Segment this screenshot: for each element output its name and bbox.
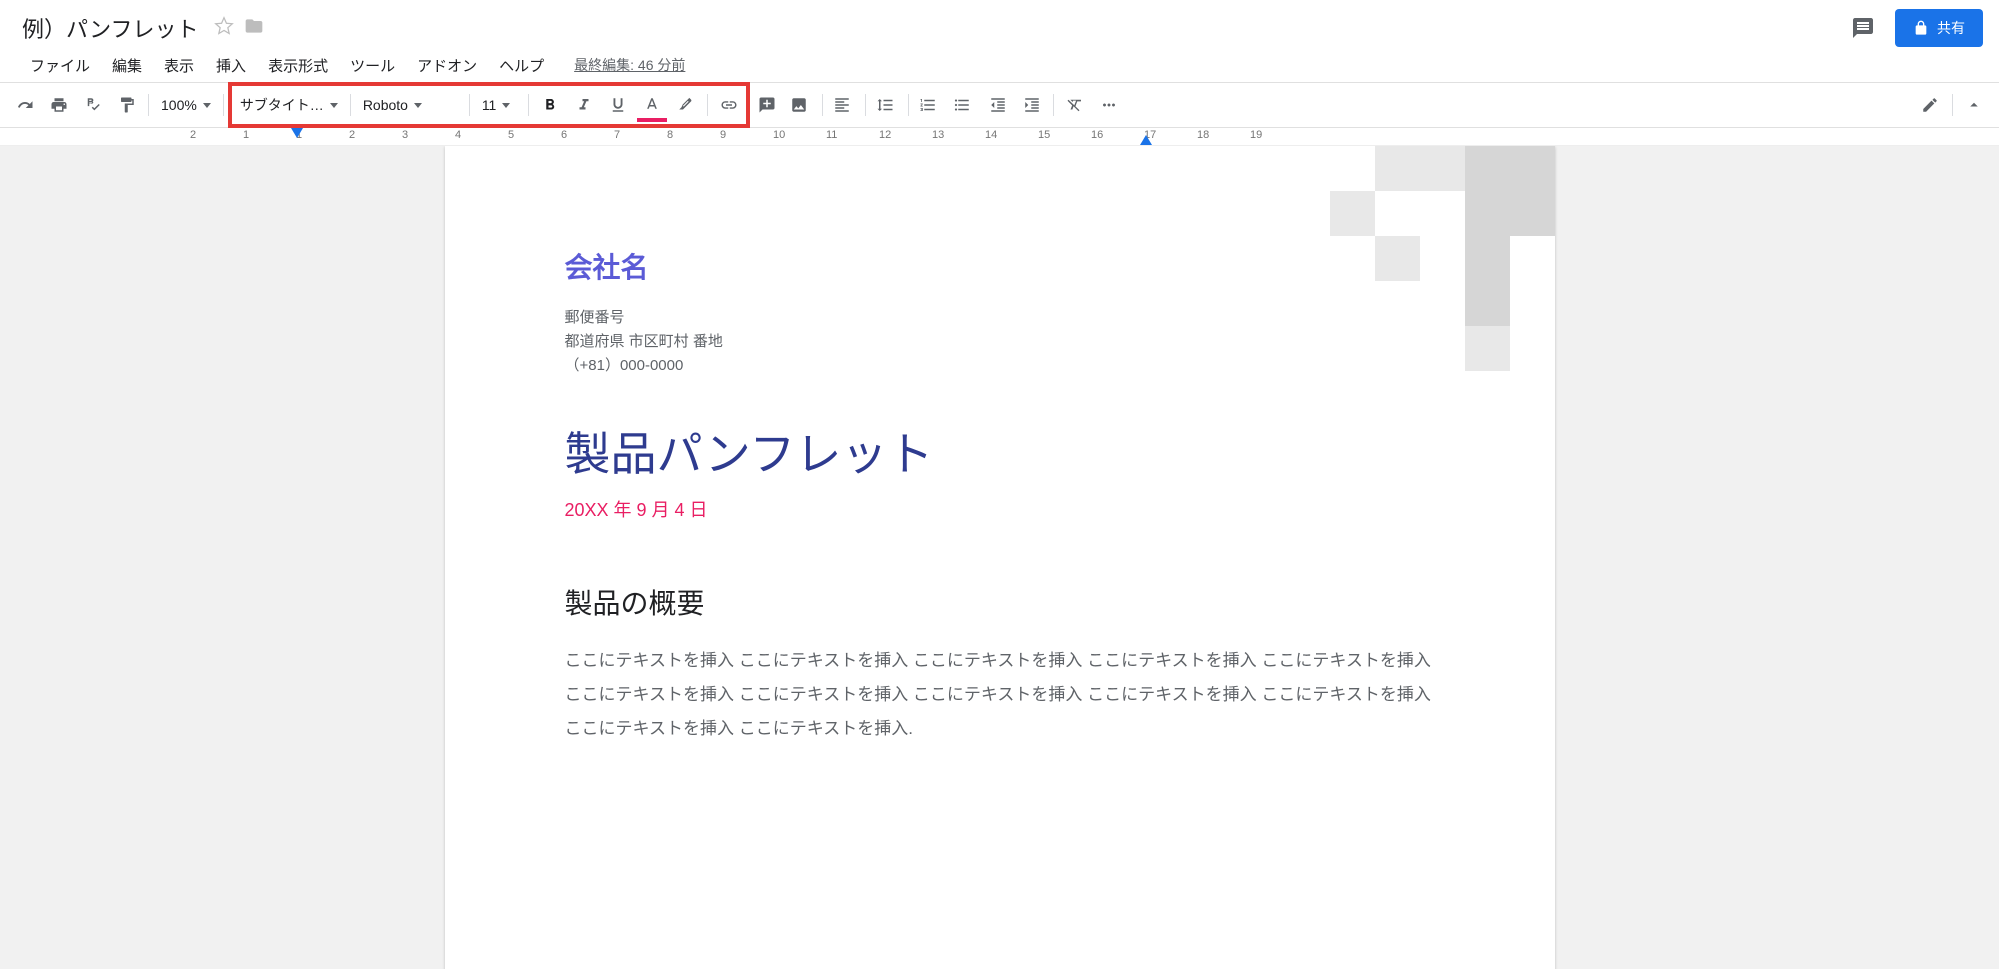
- document-page[interactable]: 会社名 郵便番号 都道府県 市区町村 番地 （+81）000-0000 製品パン…: [445, 146, 1555, 969]
- align-button[interactable]: [827, 90, 861, 120]
- font-size-dropdown[interactable]: 11: [474, 90, 524, 120]
- line-spacing-button[interactable]: [870, 90, 904, 120]
- chevron-down-icon: [330, 103, 338, 108]
- clear-formatting-button[interactable]: [1058, 90, 1092, 120]
- menu-help[interactable]: ヘルプ: [489, 51, 554, 80]
- indent-button[interactable]: [1015, 90, 1049, 120]
- spellcheck-button[interactable]: [76, 90, 110, 120]
- body-paragraph[interactable]: ここにテキストを挿入 ここにテキストを挿入 ここにテキストを挿入 ここにテキスト…: [565, 644, 1435, 746]
- font-family-dropdown[interactable]: Roboto: [355, 90, 465, 120]
- chevron-down-icon: [502, 103, 510, 108]
- zoom-dropdown[interactable]: 100%: [153, 90, 219, 120]
- editing-mode-button[interactable]: [1914, 90, 1948, 120]
- insert-link-button[interactable]: [712, 90, 746, 120]
- toolbar: 100% サブタイト… Roboto 11: [0, 82, 1999, 128]
- text-format-highlight: サブタイト… Roboto 11: [228, 82, 750, 128]
- italic-button[interactable]: [567, 90, 601, 120]
- menu-addons[interactable]: アドオン: [407, 51, 487, 80]
- more-button[interactable]: [1092, 90, 1126, 120]
- paint-format-button[interactable]: [110, 90, 144, 120]
- add-comment-button[interactable]: [750, 90, 784, 120]
- insert-image-button[interactable]: [784, 90, 818, 120]
- section-heading[interactable]: 製品の概要: [565, 582, 1435, 622]
- menu-edit[interactable]: 編集: [102, 51, 152, 80]
- redo-button[interactable]: [8, 90, 42, 120]
- menu-insert[interactable]: 挿入: [206, 51, 256, 80]
- text-color-swatch: [637, 118, 667, 122]
- corner-decoration: [1285, 146, 1555, 416]
- menu-bar: ファイル 編集 表示 挿入 表示形式 ツール アドオン ヘルプ 最終編集: 46…: [16, 48, 1983, 82]
- menu-view[interactable]: 表示: [154, 51, 204, 80]
- bold-button[interactable]: [533, 90, 567, 120]
- comments-button[interactable]: [1845, 10, 1881, 46]
- document-title[interactable]: 例）パンフレット: [16, 10, 204, 46]
- highlight-color-button[interactable]: [669, 90, 703, 120]
- print-button[interactable]: [42, 90, 76, 120]
- document-canvas[interactable]: 会社名 郵便番号 都道府県 市区町村 番地 （+81）000-0000 製品パン…: [0, 146, 1999, 969]
- menu-file[interactable]: ファイル: [20, 51, 100, 80]
- lock-icon: [1913, 20, 1929, 36]
- underline-button[interactable]: [601, 90, 635, 120]
- paragraph-style-dropdown[interactable]: サブタイト…: [232, 90, 346, 120]
- folder-icon[interactable]: [244, 16, 264, 41]
- outdent-button[interactable]: [981, 90, 1015, 120]
- size-value: 11: [482, 97, 497, 113]
- document-date[interactable]: 20XX 年 9 月 4 日: [565, 496, 1435, 522]
- menu-format[interactable]: 表示形式: [258, 51, 338, 80]
- bulleted-list-button[interactable]: [947, 90, 981, 120]
- last-edit-link[interactable]: 最終編集: 46 分前: [574, 55, 685, 75]
- chevron-down-icon: [414, 103, 422, 108]
- star-icon[interactable]: [214, 16, 234, 41]
- share-button[interactable]: 共有: [1895, 9, 1983, 47]
- chevron-down-icon: [203, 103, 211, 108]
- text-color-button[interactable]: [635, 90, 669, 120]
- style-value: サブタイト…: [240, 95, 324, 115]
- numbered-list-button[interactable]: [913, 90, 947, 120]
- ruler-indent-marker[interactable]: [291, 128, 303, 138]
- share-label: 共有: [1937, 18, 1965, 38]
- collapse-button[interactable]: [1957, 90, 1991, 120]
- ruler-right-margin-marker[interactable]: [1140, 135, 1152, 145]
- menu-tools[interactable]: ツール: [340, 51, 405, 80]
- horizontal-ruler[interactable]: 2112345678910111213141516171819: [0, 128, 1999, 146]
- zoom-value: 100%: [161, 97, 197, 113]
- font-value: Roboto: [363, 97, 408, 113]
- document-heading[interactable]: 製品パンフレット: [565, 418, 1435, 484]
